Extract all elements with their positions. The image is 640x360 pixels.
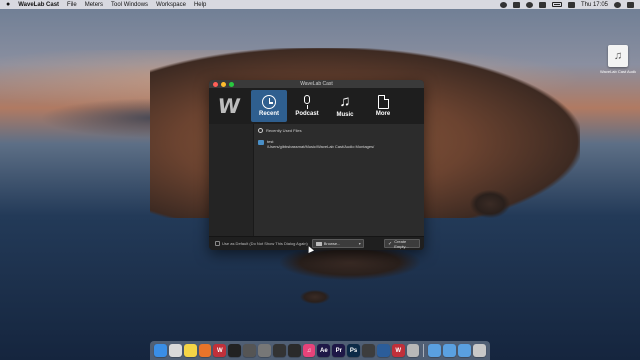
recent-file-item[interactable]: test /Users/gibbsbassmat/Music/WaveLab C…: [258, 139, 424, 149]
menu-bar: ● WaveLab Cast File Meters Tool Windows …: [0, 0, 640, 9]
dock-app-finder[interactable]: [154, 344, 167, 357]
dock-app-launchpad[interactable]: [168, 344, 182, 357]
tab-podcast-label: Podcast: [295, 111, 319, 117]
tab-recent-label: Recent: [258, 111, 279, 117]
tab-recent[interactable]: Recent: [251, 90, 287, 122]
desktop-file[interactable]: ♫ WaveLab Cast Audio...: [600, 45, 636, 74]
dock-folder-2-icon[interactable]: [443, 344, 457, 357]
clock-icon: [258, 128, 263, 133]
menu-file[interactable]: File: [67, 2, 77, 8]
dock-app-app6[interactable]: [243, 344, 257, 357]
dock-folder-1-icon[interactable]: [428, 344, 442, 357]
default-checkbox[interactable]: [215, 241, 220, 246]
desktop-file-label: WaveLab Cast Audio...: [600, 69, 636, 74]
dock-app-itunes[interactable]: ♫: [302, 344, 316, 357]
document-icon: [377, 94, 389, 109]
tab-more-label: More: [375, 111, 391, 117]
tab-podcast[interactable]: Podcast: [289, 90, 325, 122]
dock-app-wavelab-cast[interactable]: W: [391, 344, 405, 357]
tab-music-label: Music: [336, 112, 354, 118]
category-toolbar: W Recent Podcast ♫ Music More: [209, 88, 424, 124]
dialog-content: Recently Used Files test /Users/gibbsbas…: [209, 124, 424, 236]
clock-icon: [262, 95, 276, 109]
dock: W ♫ Ae Pr Ps W: [150, 341, 490, 360]
microphone-icon: [303, 95, 311, 109]
menu-app-name[interactable]: WaveLab Cast: [18, 2, 59, 8]
dock-app-after-effects[interactable]: Ae: [317, 344, 331, 357]
flag-icon[interactable]: [567, 1, 575, 8]
audio-montage-icon: [258, 140, 264, 145]
music-file-icon: ♫: [608, 45, 628, 67]
dock-app-app7[interactable]: [258, 344, 271, 357]
wallpaper-rock: [300, 290, 330, 304]
dock-app-app15[interactable]: [376, 344, 390, 357]
default-checkbox-label: Use as Default (Do Not Show This Dialog …: [222, 241, 308, 246]
search-icon[interactable]: [614, 1, 621, 8]
control-center-icon[interactable]: [627, 1, 634, 8]
folder-icon: [315, 241, 322, 246]
browse-label: Browse...: [323, 241, 341, 246]
status-icon[interactable]: [499, 1, 507, 8]
music-note-icon: ♫: [339, 93, 351, 110]
dialog-footer: Use as Default (Do Not Show This Dialog …: [209, 236, 424, 250]
dock-app-app8[interactable]: [272, 344, 286, 357]
battery-icon[interactable]: [551, 2, 562, 7]
window-title: WaveLab Cast: [300, 81, 333, 87]
create-button[interactable]: ✓ Create Empty...: [384, 238, 420, 249]
dock-app-wavelab[interactable]: W: [213, 344, 227, 357]
dock-app-notes[interactable]: [183, 344, 197, 357]
dock-folder-3-icon[interactable]: [458, 344, 472, 357]
dock-app-app17[interactable]: [406, 344, 420, 357]
dock-trash-icon[interactable]: [473, 344, 486, 357]
dock-separator: [423, 344, 425, 357]
dock-app-photoshop[interactable]: Ps: [347, 344, 361, 357]
wallpaper-rock: [280, 245, 420, 280]
wifi-icon[interactable]: [538, 1, 546, 8]
menu-workspace[interactable]: Workspace: [156, 2, 186, 8]
dock-app-app9[interactable]: [287, 344, 301, 357]
dock-app-firefox[interactable]: [198, 344, 212, 357]
window-titlebar[interactable]: WaveLab Cast: [209, 80, 424, 88]
status-icon[interactable]: [512, 1, 520, 8]
menu-meters[interactable]: Meters: [85, 2, 103, 8]
wavelab-logo: W: [216, 94, 242, 118]
menu-tool-windows[interactable]: Tool Windows: [111, 2, 148, 8]
browse-button[interactable]: Browse... ▾: [311, 239, 364, 248]
wallpaper-rock: [470, 190, 510, 218]
tab-more[interactable]: More: [365, 90, 401, 122]
recent-files-header: Recently Used Files: [258, 128, 424, 133]
dock-app-app14[interactable]: [362, 344, 375, 357]
recent-file-path: /Users/gibbsbassmat/Music/WaveLab Cast/A…: [267, 144, 375, 149]
bluetooth-icon[interactable]: [525, 1, 533, 8]
dock-app-ableton[interactable]: [228, 344, 242, 357]
menu-help[interactable]: Help: [194, 2, 206, 8]
chevron-down-icon: ▾: [358, 241, 361, 246]
tab-music[interactable]: ♫ Music: [327, 90, 363, 122]
recent-files-title: Recently Used Files: [266, 128, 302, 133]
status-area: Thu 17:05: [499, 0, 634, 9]
menubar-clock[interactable]: Thu 17:05: [581, 2, 608, 8]
dock-app-premiere[interactable]: Pr: [332, 344, 346, 357]
recent-files-panel: Recently Used Files test /Users/gibbsbas…: [253, 124, 424, 236]
check-icon: ✓: [388, 240, 393, 247]
sidebar-panel: [209, 124, 253, 236]
apple-icon[interactable]: ●: [6, 1, 10, 8]
start-dialog: WaveLab Cast W Recent Podcast ♫ Music Mo…: [209, 80, 424, 250]
create-label: Create Empty...: [394, 238, 409, 249]
